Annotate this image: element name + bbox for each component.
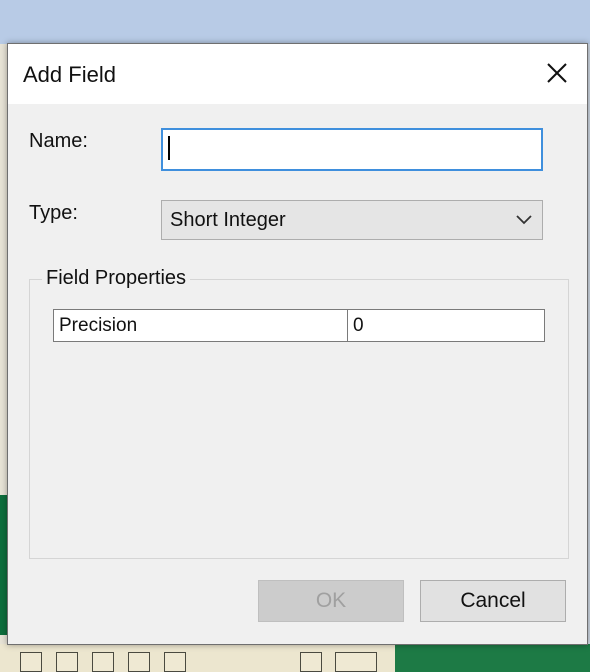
type-label: Type: <box>29 202 78 224</box>
close-icon <box>547 63 567 83</box>
background-map-bottom <box>0 644 590 672</box>
name-label: Name: <box>29 130 88 152</box>
property-name-cell[interactable]: Precision <box>54 310 348 341</box>
type-dropdown[interactable]: Short Integer <box>161 200 543 240</box>
cancel-button[interactable]: Cancel <box>420 580 566 622</box>
background-window-top <box>0 0 590 44</box>
ok-button[interactable]: OK <box>258 580 404 622</box>
field-properties-legend: Field Properties <box>42 267 191 290</box>
add-field-dialog: Add Field Name: Type: Short Integer Fiel… <box>7 43 588 645</box>
dialog-titlebar[interactable]: Add Field <box>8 44 587 104</box>
property-value-cell[interactable]: 0 <box>348 310 544 341</box>
text-caret <box>168 136 170 160</box>
type-selected-value: Short Integer <box>170 208 286 231</box>
chevron-down-icon <box>506 214 542 226</box>
name-input[interactable] <box>161 128 543 171</box>
field-properties-grid: Precision 0 <box>53 309 545 342</box>
dialog-title: Add Field <box>23 62 116 87</box>
close-button[interactable] <box>529 46 585 100</box>
